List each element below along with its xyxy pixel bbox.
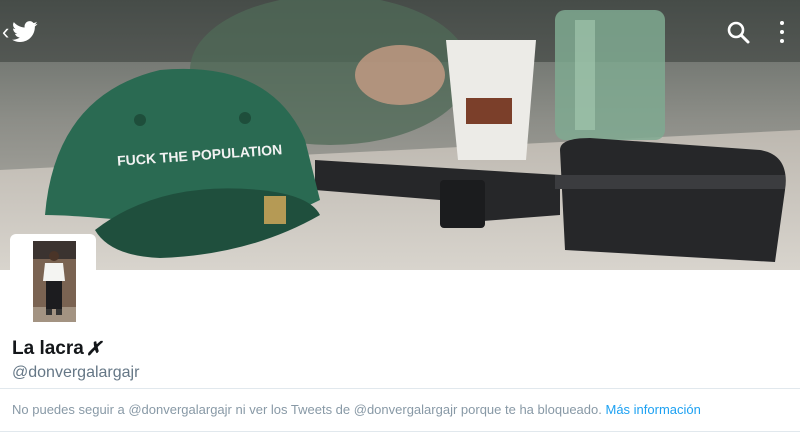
- chevron-left-icon: ‹: [2, 19, 10, 44]
- top-navigation-bar: ‹: [0, 0, 800, 62]
- profile-name: La lacra: [12, 338, 84, 359]
- overflow-menu-button[interactable]: [768, 14, 796, 50]
- search-icon: [727, 21, 750, 44]
- avatar-photo: [33, 241, 76, 322]
- learn-more-link[interactable]: Más información: [605, 402, 700, 417]
- divider: [0, 431, 800, 432]
- profile-handle: @donvergalargajr: [12, 364, 140, 381]
- blocked-notice-text: No puedes seguir a @donvergalargajr ni v…: [12, 402, 602, 417]
- blocked-notice: No puedes seguir a @donvergalargajr ni v…: [12, 402, 701, 417]
- divider: [0, 388, 800, 389]
- name-x-emoji: ✗: [85, 338, 102, 360]
- avatar-frame: [10, 234, 96, 330]
- vertical-ellipsis-icon: [780, 21, 784, 25]
- back-button[interactable]: ‹: [2, 14, 52, 50]
- avatar[interactable]: [33, 241, 76, 322]
- search-button[interactable]: [722, 16, 756, 50]
- profile-name-row: La lacra ✗: [12, 336, 102, 362]
- twitter-bird-icon: [12, 21, 38, 42]
